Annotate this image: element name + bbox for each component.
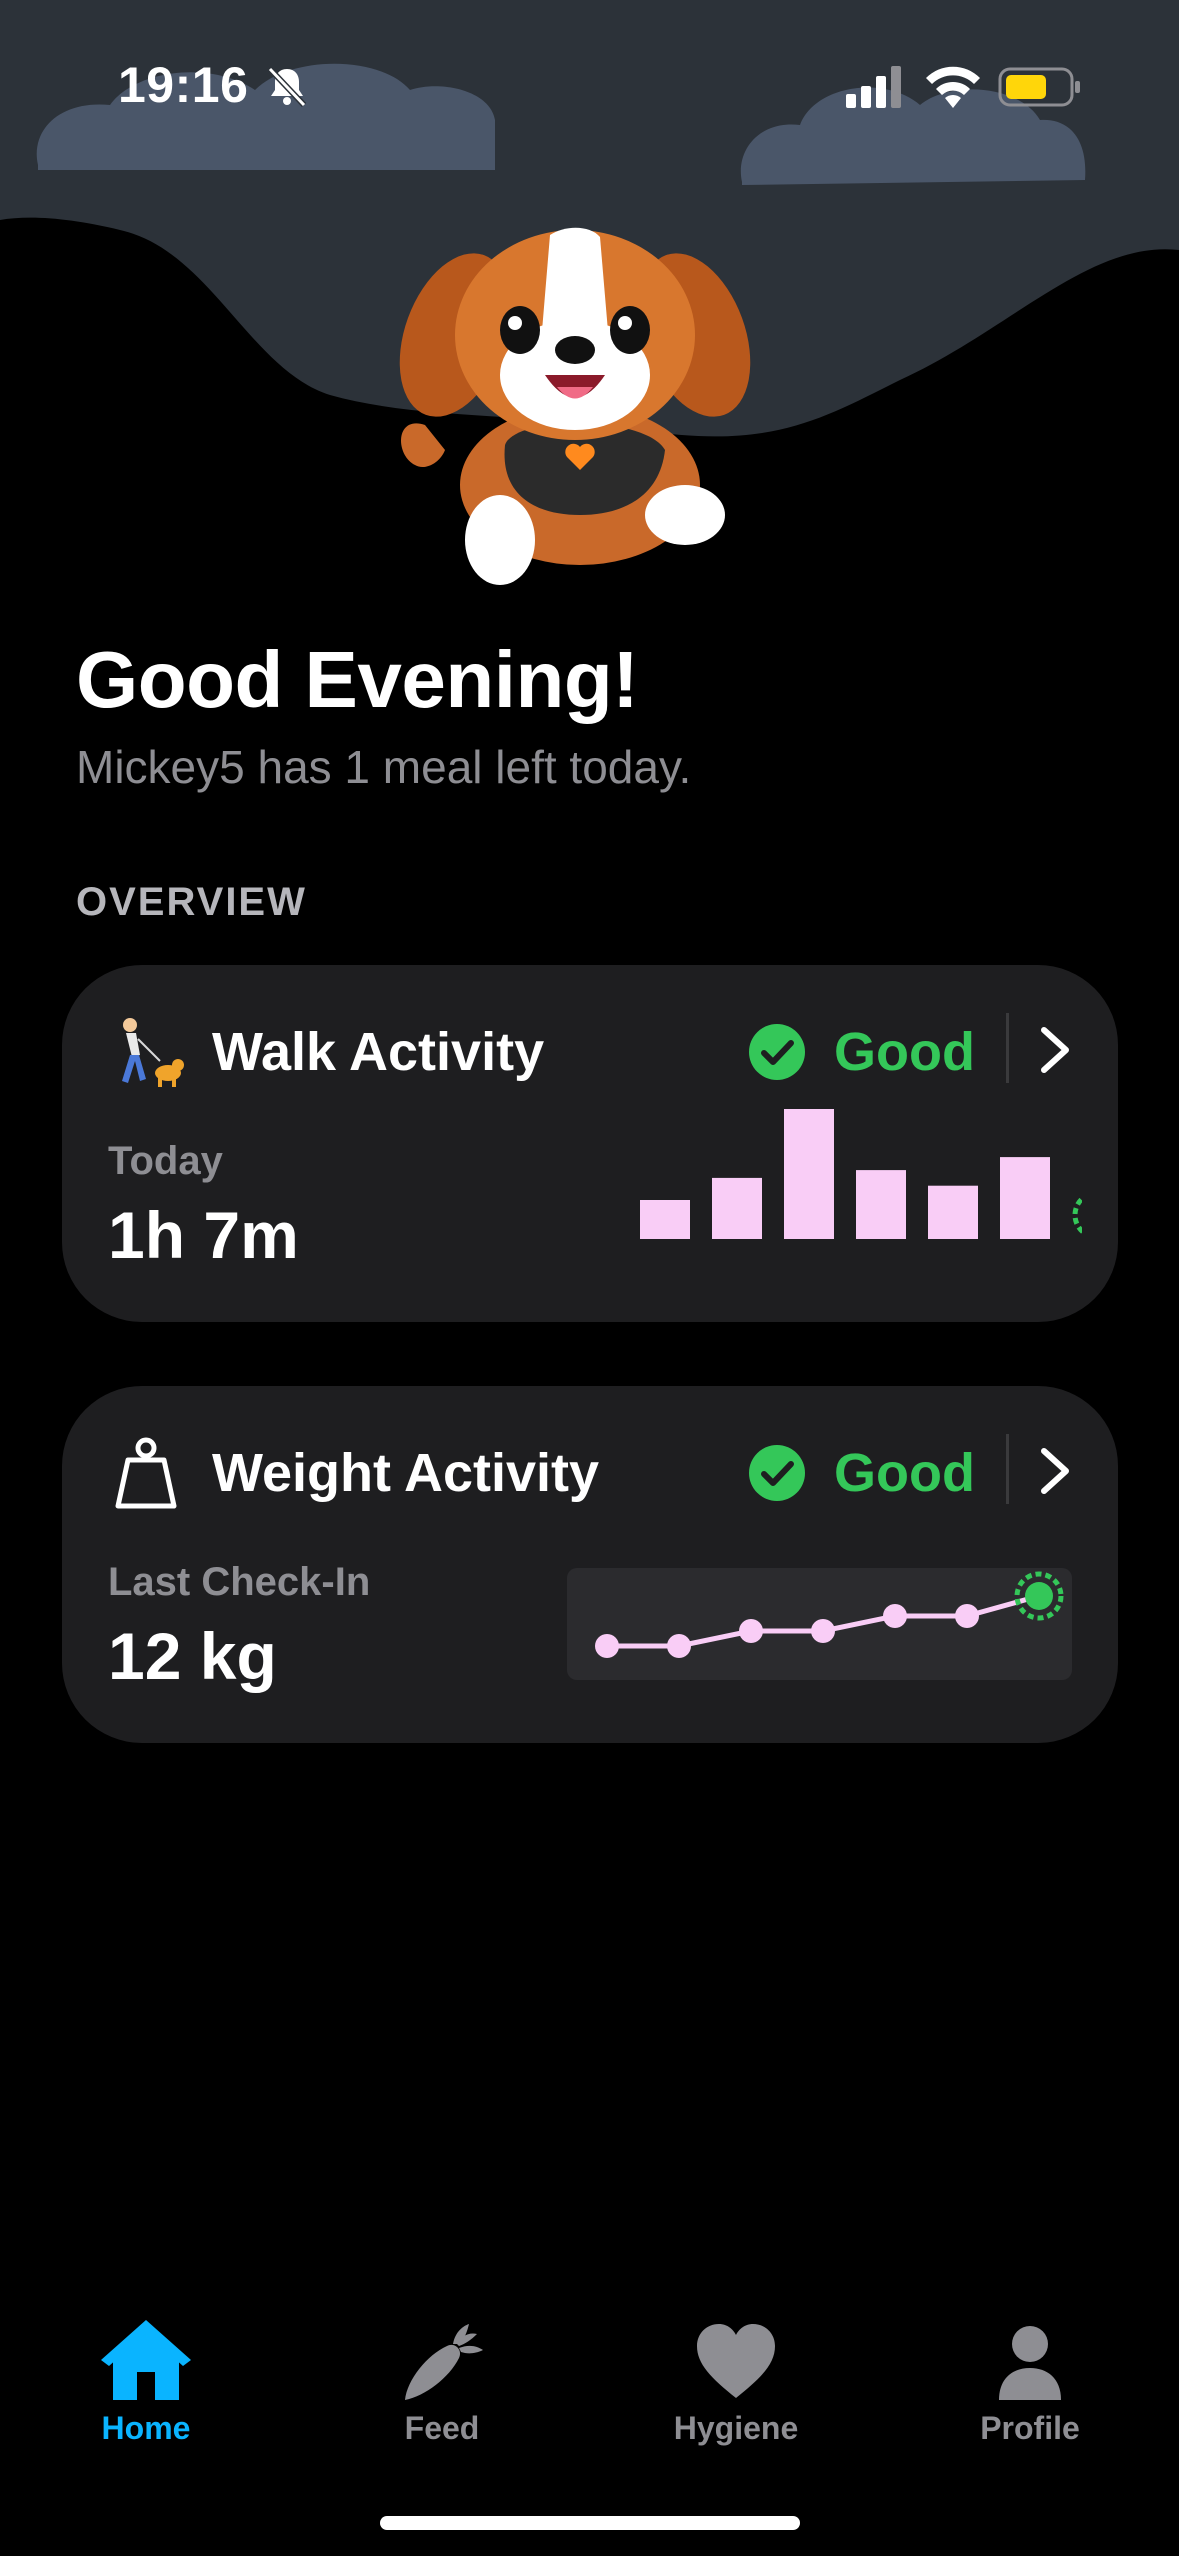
walk-bar (928, 1185, 978, 1239)
weight-point (955, 1604, 979, 1628)
weight-point (811, 1619, 835, 1643)
weight-status-badge: Good (834, 1443, 975, 1503)
home-indicator (380, 2516, 800, 2530)
tab-hygiene-label: Hygiene (673, 2410, 799, 2446)
weight-point (739, 1619, 763, 1643)
battery-icon (998, 67, 1080, 107)
walk-activity-title: Walk Activity (212, 1022, 545, 1082)
house-icon (101, 2320, 191, 2400)
wifi-icon (926, 66, 980, 108)
heart-icon (697, 2324, 775, 2398)
walk-bar (856, 1170, 906, 1239)
chevron-right-icon[interactable] (1032, 1025, 1078, 1075)
status-bar: 19:16 (0, 0, 1179, 170)
walk-activity-card[interactable]: Walk Activity Good Today 1h 7m (62, 965, 1118, 1322)
carrot-icon (405, 2324, 483, 2400)
walk-bar (784, 1109, 834, 1239)
weight-point (883, 1604, 907, 1628)
walk-bar (640, 1200, 690, 1239)
walk-metric-value: 1h 7m (108, 1198, 299, 1272)
tab-hygiene[interactable]: Hygiene (626, 2320, 846, 2470)
meals-left-subtitle: Mickey5 has 1 meal left today. (76, 741, 692, 793)
weight-icon (115, 1437, 177, 1509)
walk-activity-chart (640, 1109, 1082, 1239)
greeting-title: Good Evening! (76, 635, 639, 724)
person-icon (999, 2326, 1061, 2400)
weight-activity-chart (595, 1571, 1064, 1658)
tab-profile-label: Profile (980, 2410, 1080, 2446)
home-screen: 19:16 Good Evening! Mickey5 has 1 meal l… (0, 0, 1179, 2556)
checkmark-circle-icon (749, 1445, 805, 1501)
divider (1006, 1013, 1009, 1083)
dog-mascot-image (399, 227, 751, 585)
tab-feed-label: Feed (404, 2410, 480, 2446)
walk-status-badge: Good (834, 1022, 975, 1082)
tab-feed[interactable]: Feed (332, 2320, 552, 2470)
weight-activity-title: Weight Activity (212, 1443, 600, 1503)
person-walking-dog-icon (122, 1018, 184, 1087)
tab-profile[interactable]: Profile (920, 2320, 1140, 2470)
weight-point (595, 1634, 619, 1658)
tab-home[interactable]: Home (36, 2320, 256, 2470)
weight-point (667, 1634, 691, 1658)
walk-bar (1000, 1157, 1050, 1239)
walk-metric-label: Today (108, 1139, 223, 1183)
checkmark-circle-icon (749, 1024, 805, 1080)
bell-slash-icon (267, 66, 307, 108)
status-time: 19:16 (118, 57, 249, 113)
weight-activity-card[interactable]: Weight Activity Good Last Check-In 12 kg (62, 1386, 1118, 1743)
today-marker (1025, 1582, 1053, 1610)
overview-section-label: OVERVIEW (76, 880, 307, 924)
walk-bar (712, 1177, 762, 1239)
today-marker-ring (1072, 1195, 1082, 1235)
cellular-signal-icon (846, 66, 901, 108)
weight-metric-label: Last Check-In (108, 1560, 371, 1604)
chevron-right-icon[interactable] (1032, 1446, 1078, 1496)
divider (1006, 1434, 1009, 1504)
weight-metric-value: 12 kg (108, 1619, 277, 1693)
tab-home-label: Home (101, 2410, 191, 2446)
